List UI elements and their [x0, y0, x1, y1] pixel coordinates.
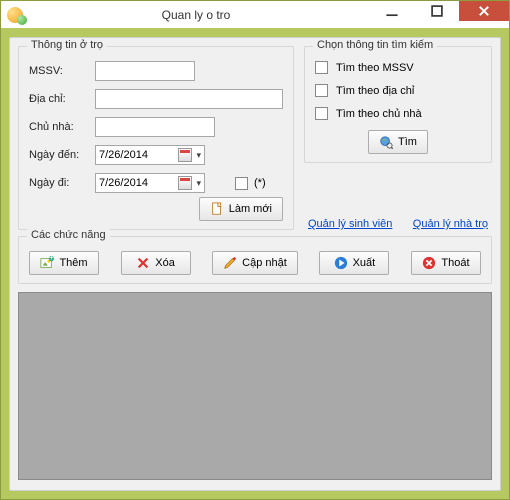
them-label: Thêm — [59, 257, 87, 269]
ngaydi-label: Ngày đi: — [29, 177, 89, 189]
chk-diachi[interactable] — [315, 84, 328, 97]
close-button[interactable] — [459, 1, 509, 21]
ngayden-value: 7/26/2014 — [99, 149, 174, 161]
chk-chunha[interactable] — [315, 107, 328, 120]
window-title: Quan ly o tro — [23, 8, 369, 22]
search-globe-icon — [379, 135, 393, 149]
link-nhatro[interactable]: Quản lý nhà trọ — [413, 218, 488, 230]
group-search: Chọn thông tin tìm kiếm Tìm theo MSSV Tì… — [304, 46, 492, 163]
tim-button[interactable]: Tìm — [368, 130, 428, 154]
chk-mssv[interactable] — [315, 61, 328, 74]
group-functions: Các chức năng + Thêm Xóa Cập nhật Xuất — [18, 236, 492, 284]
tim-label: Tìm — [398, 136, 417, 148]
exit-icon — [422, 256, 436, 270]
ngayden-datepicker[interactable]: 7/26/2014 ▾ — [95, 145, 205, 165]
chk-mssv-label: Tìm theo MSSV — [336, 62, 414, 74]
data-grid[interactable] — [18, 292, 492, 480]
group-search-legend: Chọn thông tin tìm kiếm — [313, 39, 437, 51]
add-image-icon: + — [40, 256, 54, 270]
thoat-button[interactable]: Thoát — [411, 251, 481, 275]
star-checkbox[interactable] — [235, 177, 248, 190]
ngaydi-datepicker[interactable]: 7/26/2014 ▾ — [95, 173, 205, 193]
thoat-label: Thoát — [441, 257, 469, 269]
svg-text:+: + — [49, 256, 54, 263]
group-functions-legend: Các chức năng — [27, 229, 110, 241]
xoa-button[interactable]: Xóa — [121, 251, 191, 275]
app-icon — [7, 7, 23, 23]
calendar-icon — [178, 148, 192, 162]
document-icon — [210, 202, 224, 216]
minimize-button[interactable] — [369, 1, 414, 21]
diachi-input[interactable] — [95, 89, 283, 109]
group-info-legend: Thông tin ở trọ — [27, 39, 107, 51]
group-info: Thông tin ở trọ MSSV: Địa chỉ: Chủ nhà: … — [18, 46, 294, 230]
capnhat-button[interactable]: Cập nhật — [212, 251, 298, 275]
app-window: Quan ly o tro Thông tin ở trọ MSSV: Địa … — [0, 0, 510, 500]
delete-icon — [136, 256, 150, 270]
xuat-label: Xuất — [353, 257, 376, 269]
lammoi-button[interactable]: Làm mới — [199, 197, 283, 221]
chk-chunha-label: Tìm theo chủ nhà — [336, 108, 422, 120]
chk-diachi-label: Tìm theo địa chỉ — [336, 85, 414, 97]
them-button[interactable]: + Thêm — [29, 251, 99, 275]
xoa-label: Xóa — [155, 257, 175, 269]
star-label: (*) — [254, 177, 266, 189]
chevron-down-icon: ▾ — [196, 178, 201, 189]
mssv-input[interactable] — [95, 61, 195, 81]
link-sinhvien[interactable]: Quản lý sinh viên — [308, 218, 392, 230]
capnhat-label: Cập nhật — [242, 257, 287, 269]
client-area: Thông tin ở trọ MSSV: Địa chỉ: Chủ nhà: … — [9, 37, 501, 491]
export-icon — [334, 256, 348, 270]
ngaydi-value: 7/26/2014 — [99, 177, 174, 189]
calendar-icon — [178, 176, 192, 190]
ngayden-label: Ngày đến: — [29, 149, 89, 161]
window-controls — [369, 1, 509, 28]
chunha-label: Chủ nhà: — [29, 121, 89, 133]
xuat-button[interactable]: Xuất — [319, 251, 389, 275]
lammoi-label: Làm mới — [229, 203, 272, 215]
edit-icon — [223, 256, 237, 270]
titlebar: Quan ly o tro — [1, 1, 509, 29]
mssv-label: MSSV: — [29, 65, 89, 77]
diachi-label: Địa chỉ: — [29, 93, 89, 105]
chunha-input[interactable] — [95, 117, 215, 137]
maximize-button[interactable] — [414, 1, 459, 21]
chevron-down-icon: ▾ — [196, 150, 201, 161]
